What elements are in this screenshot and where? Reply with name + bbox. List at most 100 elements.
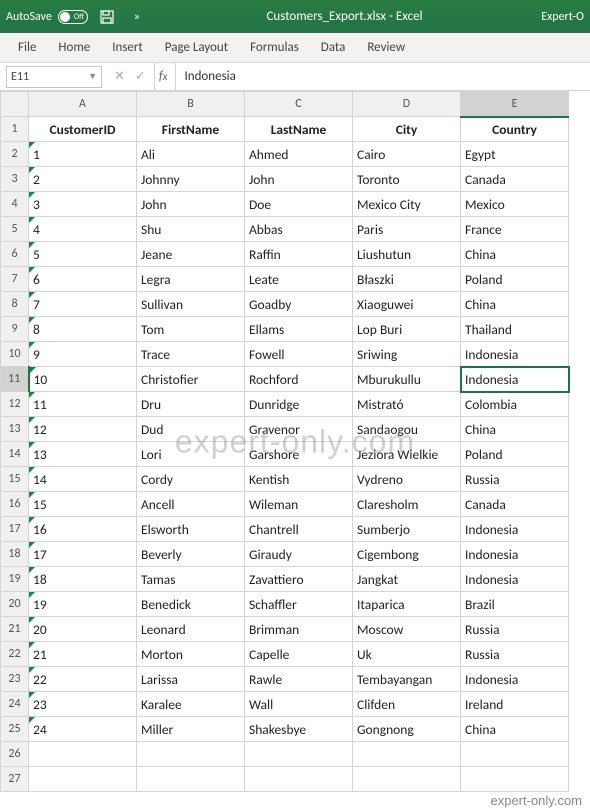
cell[interactable]: Dru	[137, 392, 245, 417]
row-header[interactable]: 16	[1, 492, 29, 517]
tab-file[interactable]: File	[18, 40, 36, 55]
cell[interactable]: Johnny	[137, 167, 245, 192]
cell[interactable]: Ancell	[137, 492, 245, 517]
cell[interactable]: Jeane	[137, 242, 245, 267]
cell[interactable]: Tamas	[137, 567, 245, 592]
cell[interactable]: Indonesia	[461, 517, 569, 542]
row-header[interactable]: 23	[1, 667, 29, 692]
cell[interactable]: Brimman	[245, 617, 353, 642]
cell[interactable]: Legra	[137, 267, 245, 292]
cell[interactable]: Indonesia	[461, 667, 569, 692]
cell[interactable]: Morton	[137, 642, 245, 667]
row-header[interactable]: 5	[1, 217, 29, 242]
cell[interactable]: John	[137, 192, 245, 217]
cell[interactable]: Russia	[461, 642, 569, 667]
enter-icon[interactable]: ✓	[135, 69, 146, 84]
autosave-toggle[interactable]: Off	[58, 10, 88, 24]
cell[interactable]	[353, 742, 461, 767]
cell[interactable]: Ahmed	[245, 142, 353, 167]
cell[interactable]	[245, 767, 353, 792]
cell[interactable]: Indonesia	[461, 567, 569, 592]
cell[interactable]: China	[461, 417, 569, 442]
tab-home[interactable]: Home	[58, 40, 90, 55]
cell[interactable]: Lop Buri	[353, 317, 461, 342]
cell[interactable]: Zavattiero	[245, 567, 353, 592]
cell[interactable]: Gravenor	[245, 417, 353, 442]
row-header[interactable]: 4	[1, 192, 29, 217]
row-header[interactable]: 7	[1, 267, 29, 292]
row-header[interactable]: 20	[1, 592, 29, 617]
cell[interactable]: Paris	[353, 217, 461, 242]
cell[interactable]: Elsworth	[137, 517, 245, 542]
cell[interactable]: 12	[29, 417, 137, 442]
col-header[interactable]: B	[137, 92, 245, 117]
cell[interactable]: Mexico City	[353, 192, 461, 217]
fx-icon[interactable]: fx	[154, 63, 177, 90]
cell[interactable]: 16	[29, 517, 137, 542]
cell[interactable]	[245, 742, 353, 767]
row-header[interactable]: 1	[1, 117, 29, 142]
cell[interactable]: Moscow	[353, 617, 461, 642]
cell[interactable]: Cordy	[137, 467, 245, 492]
row-header[interactable]: 6	[1, 242, 29, 267]
cell[interactable]: Tom	[137, 317, 245, 342]
cell[interactable]: Schaffler	[245, 592, 353, 617]
row-header[interactable]: 18	[1, 542, 29, 567]
cell[interactable]: 6	[29, 267, 137, 292]
cell[interactable]: Liushutun	[353, 242, 461, 267]
cell[interactable]: China	[461, 292, 569, 317]
header-cell[interactable]: City	[353, 117, 461, 142]
cell[interactable]: Dunridge	[245, 392, 353, 417]
row-header[interactable]: 10	[1, 342, 29, 367]
cell[interactable]: Capelle	[245, 642, 353, 667]
more-icon[interactable]: »	[126, 10, 148, 24]
cell[interactable]: Poland	[461, 267, 569, 292]
cell[interactable]: China	[461, 242, 569, 267]
formula-value[interactable]: Indonesia	[176, 69, 243, 84]
col-header[interactable]: E	[461, 92, 569, 117]
cell[interactable]: Abbas	[245, 217, 353, 242]
cell[interactable]: Leate	[245, 267, 353, 292]
cell[interactable]: 4	[29, 217, 137, 242]
cell[interactable]: 2	[29, 167, 137, 192]
cell[interactable]: 7	[29, 292, 137, 317]
cell[interactable]: Colombia	[461, 392, 569, 417]
cell[interactable]: Jeziora Wielkie	[353, 442, 461, 467]
cell[interactable]: China	[461, 717, 569, 742]
row-header[interactable]: 13	[1, 417, 29, 442]
cell[interactable]	[137, 742, 245, 767]
row-header[interactable]: 24	[1, 692, 29, 717]
cell[interactable]: Ellams	[245, 317, 353, 342]
cell[interactable]: Karalee	[137, 692, 245, 717]
cell[interactable]: Cairo	[353, 142, 461, 167]
col-header[interactable]: C	[245, 92, 353, 117]
row-header[interactable]: 8	[1, 292, 29, 317]
cell[interactable]: 11	[29, 392, 137, 417]
cell[interactable]: Trace	[137, 342, 245, 367]
header-cell[interactable]: LastName	[245, 117, 353, 142]
chevron-down-icon[interactable]: ▼	[88, 71, 97, 82]
cell[interactable]	[29, 767, 137, 792]
cell[interactable]: Rawle	[245, 667, 353, 692]
spreadsheet-grid[interactable]: expert-only.com ABCDE1CustomerIDFirstNam…	[0, 91, 590, 792]
cell[interactable]: Mexico	[461, 192, 569, 217]
cell[interactable]: Uk	[353, 642, 461, 667]
cell[interactable]: Ali	[137, 142, 245, 167]
select-all-corner[interactable]	[1, 92, 29, 117]
cell[interactable]: 23	[29, 692, 137, 717]
cell[interactable]: Indonesia	[461, 342, 569, 367]
cell[interactable]: Miller	[137, 717, 245, 742]
row-header[interactable]: 2	[1, 142, 29, 167]
cell[interactable]: France	[461, 217, 569, 242]
cell[interactable]	[29, 742, 137, 767]
cell[interactable]: Canada	[461, 167, 569, 192]
cell[interactable]: Lori	[137, 442, 245, 467]
cell[interactable]: Xiaoguwei	[353, 292, 461, 317]
row-header[interactable]: 22	[1, 642, 29, 667]
cell[interactable]: 19	[29, 592, 137, 617]
cell[interactable]: Cigembong	[353, 542, 461, 567]
cell[interactable]: Sandaogou	[353, 417, 461, 442]
cell[interactable]: Wileman	[245, 492, 353, 517]
header-cell[interactable]: FirstName	[137, 117, 245, 142]
cell[interactable]: Jangkat	[353, 567, 461, 592]
